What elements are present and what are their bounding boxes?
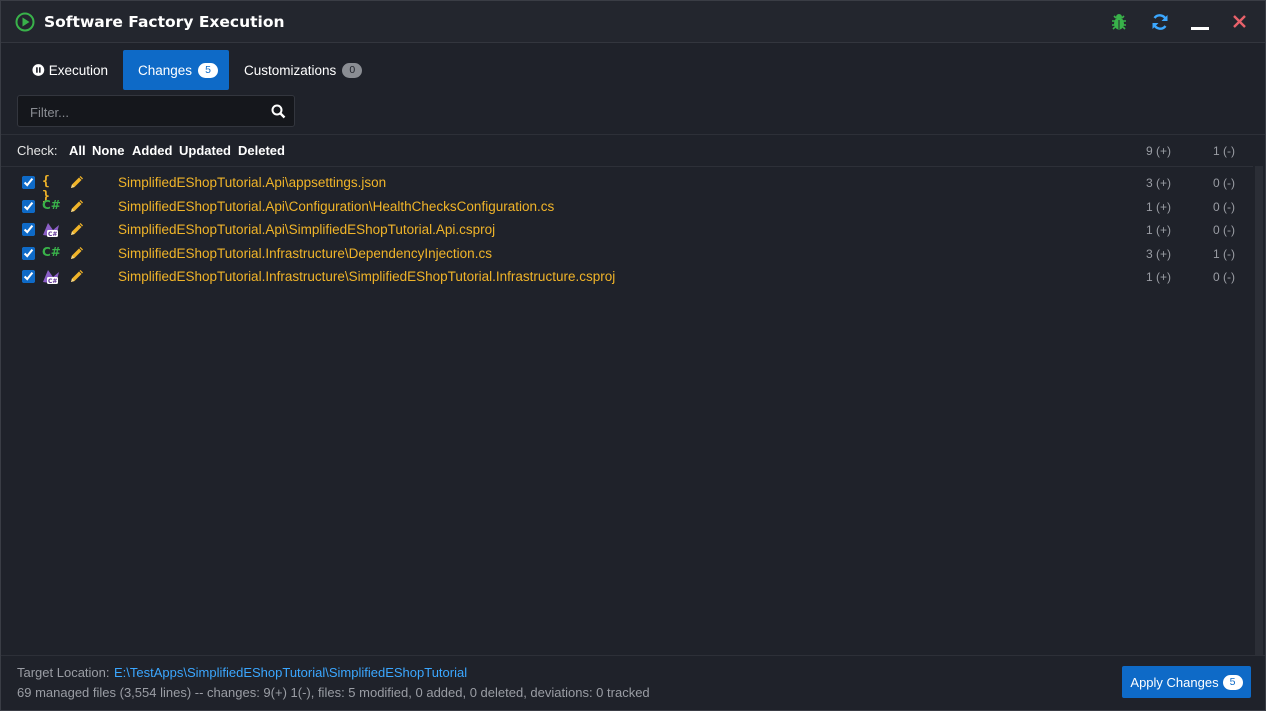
tab-customizations[interactable]: Customizations 0 [229,50,377,90]
file-checkbox[interactable] [22,223,35,236]
tab-changes[interactable]: Changes 5 [123,50,229,90]
changed-files-list: { } SimplifiedEShopTutorial.Api\appsetti… [1,171,1253,289]
file-path[interactable]: SimplifiedEShopTutorial.Api\SimplifiedES… [118,222,495,237]
target-location-label: Target Location: [17,665,110,680]
pencil-icon [71,270,83,282]
file-checkbox[interactable] [22,199,35,213]
csproj-icon: C# [43,270,59,285]
file-path[interactable]: SimplifiedEShopTutorial.Api\appsettings.… [118,175,386,190]
added-lines-count: 3 (+) [1146,246,1172,261]
filter-input[interactable] [18,96,272,128]
file-checkbox[interactable] [22,246,35,260]
check-bar: Check: All None Added Updated Deleted 9 … [1,134,1265,167]
filter-box [17,95,295,128]
tab-execution-label: Execution [48,62,108,78]
svg-text:C#: C# [48,278,57,285]
csharp-icon: C# [42,197,61,212]
minimize-icon[interactable] [1189,12,1209,32]
total-deleted-count: 1 (-) [1213,144,1235,158]
close-icon[interactable] [1230,12,1250,32]
summary-stats: 69 managed files (3,554 lines) -- change… [17,685,650,700]
pencil-icon [71,176,83,188]
deleted-lines-count: 1 (-) [1213,246,1235,261]
software-factory-window: Software Factory Execution Execution Cha… [0,0,1266,711]
play-circle-icon [15,12,35,32]
pencil-icon [71,223,83,235]
scrollbar-thumb[interactable] [1255,166,1263,656]
added-lines-count: 3 (+) [1146,176,1172,190]
title-bar: Software Factory Execution [1,1,1265,43]
deleted-lines-count: 0 (-) [1213,270,1235,284]
file-row[interactable]: C# SimplifiedEShopTutorial.Api\Simplifie… [1,218,1253,242]
svg-text:C#: C# [48,231,57,238]
file-path[interactable]: SimplifiedEShopTutorial.Api\Configuratio… [118,199,554,214]
tab-customizations-label: Customizations [244,62,337,78]
check-deleted-link[interactable]: Deleted [238,143,285,158]
deleted-lines-count: 0 (-) [1213,176,1235,190]
added-lines-count: 1 (+) [1146,199,1172,214]
file-row[interactable]: C# SimplifiedEShopTutorial.Infrastructur… [1,265,1253,289]
tab-changes-label: Changes [138,62,193,78]
apply-changes-button[interactable]: Apply Changes 5 [1122,666,1251,698]
tab-bar: Execution Changes 5 Customizations 0 [17,50,377,90]
search-icon[interactable] [271,104,286,119]
total-added-count: 9 (+) [1146,144,1172,158]
file-row[interactable]: { } SimplifiedEShopTutorial.Api\appsetti… [1,171,1253,204]
apply-changes-label: Apply Changes [1130,674,1219,690]
changes-count-badge: 5 [198,62,219,78]
deleted-lines-count: 0 (-) [1213,199,1235,214]
file-path[interactable]: SimplifiedEShopTutorial.Infrastructure\D… [118,246,492,261]
csharp-icon: C# [42,244,61,259]
bug-icon[interactable] [1109,12,1129,32]
target-location-link[interactable]: E:\TestApps\SimplifiedEShopTutorial\Simp… [114,665,467,680]
csproj-icon: C# [43,223,59,238]
refresh-icon[interactable] [1150,12,1170,32]
deleted-lines-count: 0 (-) [1213,223,1235,237]
check-updated-link[interactable]: Updated [179,143,231,158]
footer: Target Location: E:\TestApps\SimplifiedE… [1,655,1265,710]
check-label: Check: [17,143,58,158]
added-lines-count: 1 (+) [1146,223,1172,237]
file-row[interactable]: C# SimplifiedEShopTutorial.Infrastructur… [1,242,1253,266]
pencil-icon [71,199,83,212]
file-checkbox[interactable] [22,270,35,283]
customizations-count-badge: 0 [342,62,363,78]
pencil-icon [71,246,83,259]
file-path[interactable]: SimplifiedEShopTutorial.Infrastructure\S… [118,269,615,284]
file-row[interactable]: C# SimplifiedEShopTutorial.Api\Configura… [1,195,1253,219]
added-lines-count: 1 (+) [1146,270,1172,284]
window-title: Software Factory Execution [44,13,285,31]
json-icon: { } [42,174,50,204]
pause-circle-icon [32,64,45,76]
apply-count-badge: 5 [1222,674,1243,690]
tab-execution[interactable]: Execution [17,50,123,90]
file-checkbox[interactable] [22,176,35,189]
check-none-link[interactable]: None [92,143,125,158]
check-all-link[interactable]: All [69,143,86,158]
file-list-scrollbar[interactable] [1253,166,1265,656]
check-added-link[interactable]: Added [132,143,172,158]
